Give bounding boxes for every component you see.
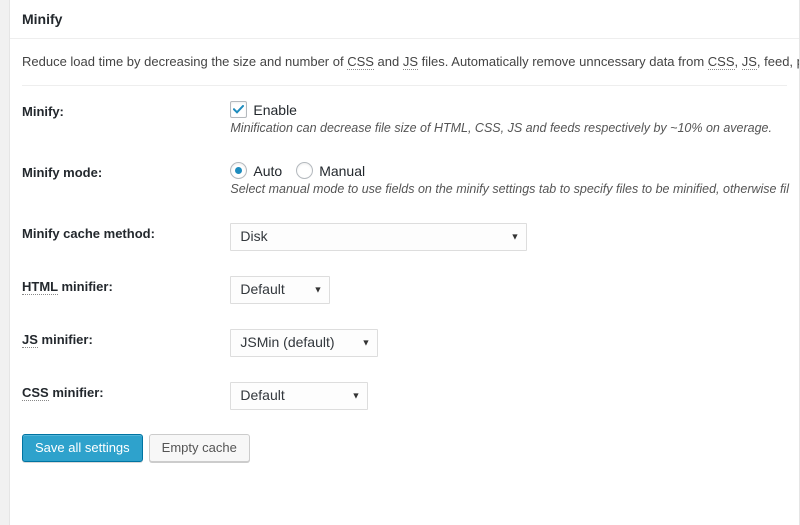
css-minifier-value: Default: [240, 386, 284, 406]
radio-manual-icon[interactable]: [296, 162, 313, 179]
intro-text-2: and: [374, 54, 403, 69]
label-css-minifier-rest: minifier:: [49, 385, 104, 400]
html-minifier-value: Default: [240, 280, 284, 300]
radio-option-auto[interactable]: Auto: [230, 162, 296, 179]
field-minify: Enable Minification can decrease file si…: [230, 86, 799, 147]
radio-auto-icon[interactable]: [230, 162, 247, 179]
left-gutter: [0, 0, 9, 525]
js-minifier-select[interactable]: JSMin (default) ▼: [230, 329, 378, 357]
css-abbr-2: CSS: [708, 54, 735, 70]
checkbox-box[interactable]: [230, 101, 247, 118]
minify-enable-checkbox[interactable]: Enable: [230, 101, 789, 118]
html-minifier-select[interactable]: Default ▼: [230, 276, 330, 304]
row-minify: Minify: Enable Minification can decrease…: [10, 86, 799, 147]
intro-text-3: files. Automatically remove unncessary d…: [418, 54, 708, 69]
js-abbr-1: JS: [403, 54, 418, 70]
field-js-minifier: JSMin (default) ▼: [230, 314, 799, 367]
panel-description: Reduce load time by decreasing the size …: [10, 39, 799, 86]
row-css-minifier: CSS minifier: Default ▼: [10, 367, 799, 420]
js-abbr: JS: [22, 332, 38, 348]
label-minify-mode: Minify mode:: [10, 147, 230, 208]
css-minifier-select[interactable]: Default ▼: [230, 382, 368, 410]
label-html-minifier: HTML minifier:: [10, 261, 230, 314]
chevron-down-icon: ▼: [361, 338, 370, 347]
radio-option-manual[interactable]: Manual: [296, 162, 379, 179]
minify-cache-method-value: Disk: [240, 227, 267, 247]
label-js-minifier-rest: minifier:: [38, 332, 93, 347]
chevron-down-icon: ▼: [313, 285, 322, 294]
label-css-minifier: CSS minifier:: [10, 367, 230, 420]
page-title: Minify: [22, 12, 62, 26]
label-cache-method: Minify cache method:: [10, 208, 230, 261]
row-cache-method: Minify cache method: Disk ▼: [10, 208, 799, 261]
minify-enable-label: Enable: [253, 103, 297, 117]
label-html-minifier-rest: minifier:: [58, 279, 113, 294]
empty-cache-button[interactable]: Empty cache: [149, 434, 250, 462]
minify-cache-method-select[interactable]: Disk ▼: [230, 223, 527, 251]
js-minifier-value: JSMin (default): [240, 333, 334, 353]
intro-text-1: Reduce load time by decreasing the size …: [22, 54, 347, 69]
label-js-minifier: JS minifier:: [10, 314, 230, 367]
intro-text-5: , feed, pag: [757, 54, 800, 69]
field-cache-method: Disk ▼: [230, 208, 799, 261]
radio-auto-label: Auto: [253, 164, 282, 178]
row-minify-mode: Minify mode: Auto Manual Select manual m…: [10, 147, 799, 208]
check-icon: [233, 105, 244, 114]
field-css-minifier: Default ▼: [230, 367, 799, 420]
chevron-down-icon: ▼: [510, 232, 519, 241]
css-abbr-1: CSS: [347, 54, 374, 70]
label-minify: Minify:: [10, 86, 230, 147]
intro-text-4: ,: [735, 54, 742, 69]
field-minify-mode: Auto Manual Select manual mode to use fi…: [230, 147, 799, 208]
minify-description: Minification can decrease file size of H…: [230, 120, 789, 137]
row-html-minifier: HTML minifier: Default ▼: [10, 261, 799, 314]
radio-manual-label: Manual: [319, 164, 365, 178]
chevron-down-icon: ▼: [351, 391, 360, 400]
panel-header: Minify: [10, 0, 799, 39]
settings-form-table: Minify: Enable Minification can decrease…: [10, 86, 799, 420]
js-abbr-2: JS: [742, 54, 757, 70]
minify-mode-radio-group: Auto Manual: [230, 162, 789, 179]
row-js-minifier: JS minifier: JSMin (default) ▼: [10, 314, 799, 367]
minify-mode-description: Select manual mode to use fields on the …: [230, 181, 789, 198]
button-bar: Save all settings Empty cache: [10, 420, 799, 462]
minify-settings-panel: Minify Reduce load time by decreasing th…: [9, 0, 800, 525]
field-html-minifier: Default ▼: [230, 261, 799, 314]
save-all-settings-button[interactable]: Save all settings: [22, 434, 143, 462]
html-abbr: HTML: [22, 279, 58, 295]
css-abbr: CSS: [22, 385, 49, 401]
